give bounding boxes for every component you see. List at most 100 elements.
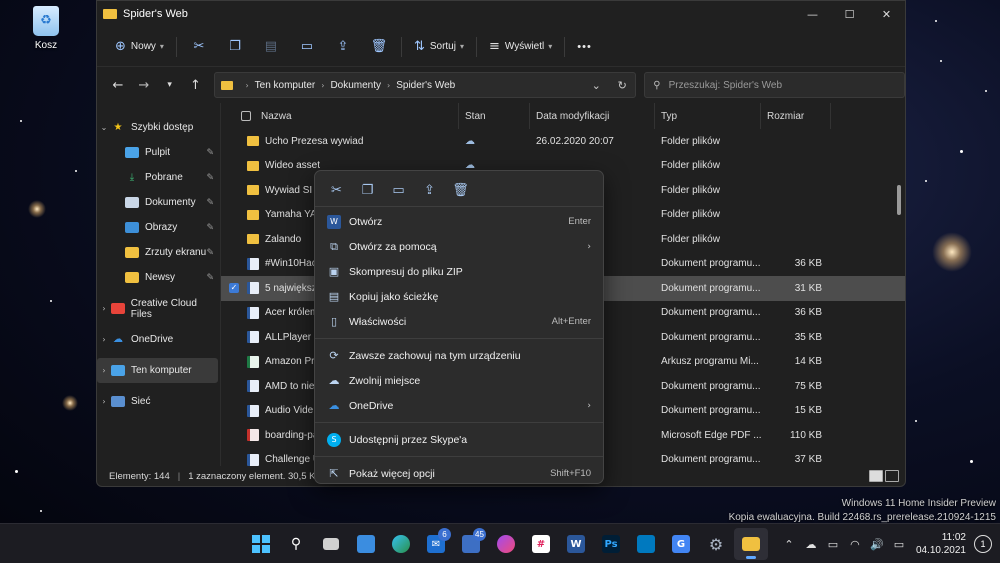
cut-button[interactable]: ✂	[181, 34, 217, 60]
column-state[interactable]: Stan	[459, 103, 530, 129]
menu-item-label: OneDrive	[349, 399, 394, 412]
view-button[interactable]: ≡ Wyświetl ▾	[481, 34, 560, 60]
mail-button[interactable]: ✉ 6	[419, 528, 453, 560]
file-explorer-button[interactable]	[734, 528, 768, 560]
address-history-icon[interactable]: ⌄	[583, 79, 609, 92]
battery-icon[interactable]: ▭	[888, 538, 910, 551]
share-icon[interactable]: ⇪	[414, 178, 445, 204]
title-bar[interactable]: Spider's Web — ☐ ✕	[97, 1, 905, 27]
widgets-button[interactable]	[349, 528, 383, 560]
column-name[interactable]: Nazwa	[221, 103, 459, 129]
menu-item-open[interactable]: W Otwórz Enter	[315, 209, 603, 234]
chevron-right-icon[interactable]: ›	[97, 335, 111, 344]
chevron-down-icon[interactable]: ⌄	[97, 123, 111, 132]
start-button[interactable]	[244, 528, 278, 560]
breadcrumb-item[interactable]: Ten komputer	[255, 80, 316, 91]
menu-item-copy-as-path[interactable]: ▤ Kopiuj jako ścieżkę	[315, 284, 603, 309]
chevron-up-icon[interactable]: ⌃	[778, 538, 800, 551]
breadcrumb-item[interactable]: Dokumenty	[330, 80, 381, 91]
nav-item-documents[interactable]: Dokumenty ✎	[97, 190, 220, 215]
column-size[interactable]: Rozmiar	[761, 103, 831, 129]
tiles-view-icon[interactable]	[885, 470, 899, 482]
nav-item-desktop[interactable]: Pulpit ✎	[97, 140, 220, 165]
clock[interactable]: 11:02 04.10.2021	[916, 531, 966, 557]
forward-button[interactable]: →	[131, 72, 157, 98]
recent-locations-button[interactable]: ▾	[157, 72, 183, 98]
trello-button[interactable]	[629, 528, 663, 560]
word-button[interactable]: W	[559, 528, 593, 560]
delete-icon[interactable]: 🗑	[445, 178, 476, 204]
chevron-right-icon[interactable]: ›	[97, 366, 111, 375]
back-button[interactable]: ←	[105, 72, 131, 98]
rename-icon[interactable]: ▭	[383, 178, 414, 204]
menu-item-compress-zip[interactable]: ▣ Skompresuj do pliku ZIP	[315, 259, 603, 284]
rename-button[interactable]: ▭	[289, 34, 325, 60]
nav-item-onedrive[interactable]: › ☁ OneDrive	[97, 327, 220, 352]
row-checkbox-checked[interactable]: ✓	[229, 283, 239, 294]
more-options-button[interactable]: •••	[569, 34, 600, 60]
file-size: 35 KB	[794, 331, 822, 343]
nav-item-creative-cloud[interactable]: › Creative Cloud Files	[97, 296, 220, 321]
sort-button[interactable]: ⇅ Sortuj ▾	[406, 34, 472, 60]
wifi-icon[interactable]: ◠	[844, 538, 866, 551]
select-all-checkbox[interactable]	[241, 111, 251, 121]
zip-icon: ▣	[328, 265, 340, 278]
nav-item-downloads[interactable]: ⤓ Pobrane ✎	[97, 165, 220, 190]
new-label: Nowy	[130, 41, 156, 52]
menu-item-open-with[interactable]: ⧉ Otwórz za pomocą ›	[315, 234, 603, 259]
delete-button[interactable]: 🗑	[361, 34, 397, 60]
file-type: Dokument programu...	[661, 405, 761, 417]
recycle-bin-desktop-icon[interactable]: Kosz	[28, 6, 64, 51]
minimize-button[interactable]: —	[794, 1, 831, 27]
menu-item-free-space[interactable]: ☁ Zwolnij miejsce	[315, 368, 603, 393]
menu-item-properties[interactable]: ▯ Właściwości Alt+Enter	[315, 309, 603, 334]
cut-icon[interactable]: ✂	[321, 178, 352, 204]
photoshop-button[interactable]: Ps	[594, 528, 628, 560]
settings-button[interactable]: ⚙	[699, 528, 733, 560]
nav-item-news[interactable]: Newsy ✎	[97, 265, 220, 290]
copy-button[interactable]: ❐	[217, 34, 253, 60]
share-button[interactable]: ⇪	[325, 34, 361, 60]
onedrive-tray-icon[interactable]: ☁	[800, 538, 822, 551]
messenger-button[interactable]	[489, 528, 523, 560]
language-icon[interactable]: ▭	[822, 538, 844, 551]
edge-button[interactable]	[384, 528, 418, 560]
volume-icon[interactable]: 🔊	[866, 538, 888, 551]
nav-item-quick-access[interactable]: ⌄ ★ Szybki dostęp	[97, 115, 220, 140]
details-view-icon[interactable]	[869, 470, 883, 482]
file-size: 15 KB	[794, 405, 822, 417]
refresh-icon[interactable]: ↻	[609, 79, 635, 92]
menu-item-onedrive[interactable]: ☁ OneDrive ›	[315, 393, 603, 418]
menu-item-show-more-options[interactable]: ⇱ Pokaż więcej opcji Shift+F10	[315, 461, 603, 486]
copy-icon[interactable]: ❐	[352, 178, 383, 204]
menu-item-share-skype[interactable]: S Udostępnij przez Skype'a	[315, 427, 603, 452]
nav-item-pictures[interactable]: Obrazy ✎	[97, 215, 220, 240]
breadcrumb-item[interactable]: Spider's Web	[396, 80, 455, 91]
search-taskbar-button[interactable]: ⚲	[279, 528, 313, 560]
close-button[interactable]: ✕	[868, 1, 905, 27]
paste-button[interactable]: ▤	[253, 34, 289, 60]
slack-button[interactable]: #	[524, 528, 558, 560]
nav-item-this-pc[interactable]: › Ten komputer	[97, 358, 218, 383]
nav-item-screenshots[interactable]: Zrzuty ekranu ✎	[97, 240, 220, 265]
menu-item-always-keep[interactable]: ⟳ Zawsze zachowuj na tym urządzeniu	[315, 343, 603, 368]
task-view-button[interactable]	[314, 528, 348, 560]
chevron-right-icon[interactable]: ›	[97, 304, 111, 313]
table-row[interactable]: Ucho Prezesa wywiad ☁ 26.02.2020 20:07 F…	[221, 129, 905, 154]
teams-badge: 45	[473, 528, 486, 541]
column-date[interactable]: Data modyfikacji	[530, 103, 655, 129]
translate-button[interactable]: G	[664, 528, 698, 560]
vertical-scrollbar[interactable]	[897, 185, 901, 215]
teams-button[interactable]: 45	[454, 528, 488, 560]
notifications-button[interactable]: 1	[974, 535, 992, 553]
column-type[interactable]: Typ	[655, 103, 761, 129]
maximize-button[interactable]: ☐	[831, 1, 868, 27]
search-input[interactable]: ⚲ Przeszukaj: Spider's Web	[644, 72, 905, 98]
nav-item-network[interactable]: › Sieć	[97, 389, 220, 414]
new-button[interactable]: ⊕ Nowy ▾	[107, 34, 172, 60]
address-bar[interactable]: › Ten komputer › Dokumenty › Spider's We…	[214, 72, 637, 98]
file-name: ALLPlayer -	[265, 331, 318, 343]
chevron-right-icon[interactable]: ›	[97, 397, 111, 406]
file-type: Folder plików	[661, 184, 720, 196]
up-button[interactable]: ↑	[183, 72, 209, 98]
